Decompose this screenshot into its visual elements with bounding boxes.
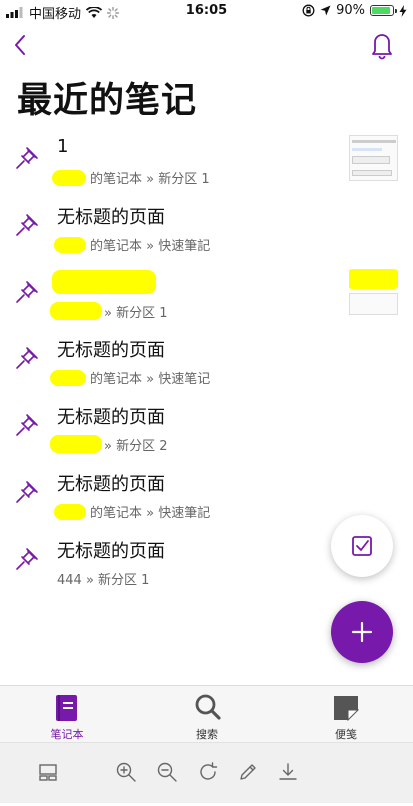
note-title: 无标题的页面 [57,407,165,429]
note-title: 无标题的页面 [57,540,165,562]
back-button[interactable] [8,28,38,62]
sticky-note-icon [334,696,359,721]
list-item[interactable]: 无标题的页面 » 新分区 2 [0,395,413,462]
pin-icon [16,213,38,236]
pin-icon [16,347,38,370]
redaction-mark [52,170,86,186]
note-title: 无标题的页面 [57,206,165,228]
redaction-mark [50,370,86,387]
list-item[interactable]: 1 的笔记本 » 新分区 1 [0,128,413,195]
tab-bar: 笔记本 搜索 便笺 [0,685,413,743]
plus-icon [351,621,373,643]
nav-bar [0,26,413,66]
new-page-button[interactable] [331,601,393,663]
edit-icon[interactable] [236,760,260,784]
notebook-name: 的笔记本 [90,372,143,388]
notebook-icon [56,695,77,721]
download-icon[interactable] [276,760,300,784]
section-name: 新分区 2 [116,439,168,455]
list-item[interactable]: » 新分区 1 [0,262,413,329]
section-name: 快速筆記 [158,505,211,521]
list-item[interactable]: 无标题的页面 的笔记本 » 快速筆記 [0,195,413,262]
checkbox-icon [352,536,372,556]
note-location: 的笔记本 » 快速筆記 [90,238,211,254]
redaction-mark [50,435,102,454]
section-name: 新分区 1 [98,572,150,588]
tab-notebooks[interactable]: 笔记本 [17,686,117,743]
orientation-lock-icon [302,4,315,17]
pin-icon [16,414,38,436]
status-right: 90% [302,3,407,18]
new-task-button[interactable] [331,515,393,577]
battery-level [372,7,390,14]
section-name: 新分区 1 [158,172,210,187]
zoom-out-icon[interactable] [155,760,179,784]
tab-sticky-notes[interactable]: 便笺 [296,686,396,743]
tab-search[interactable]: 搜索 [157,686,257,743]
pin-icon [16,280,38,303]
battery-icon [370,5,397,16]
search-icon [195,694,221,720]
redaction-mark [52,269,156,294]
note-thumbnail [349,135,398,181]
pin-icon [16,147,38,169]
location-icon [320,5,331,16]
chevron-left-icon [15,35,25,55]
note-title: 无标题的页面 [57,340,165,362]
bottom-toolbar [0,742,413,803]
bell-icon [372,34,392,60]
notebook-name: 的笔记本 [90,505,143,521]
redaction-mark [349,268,398,289]
note-location: 444 » 新分区 1 [57,572,150,588]
tab-label: 便笺 [335,728,357,741]
note-title: 1 [57,136,69,157]
refresh-icon[interactable] [196,760,220,784]
note-title: 无标题的页面 [57,473,165,495]
battery-percent: 90% [336,3,365,18]
note-location: 的笔记本 » 新分区 1 [90,172,210,187]
notebook-name: 444 [57,572,82,588]
note-location: » 新分区 2 [104,439,168,455]
tab-label: 笔记本 [50,728,84,741]
status-bar: 中国移动 16:05 90% [0,0,413,22]
redaction-mark [54,236,86,253]
redaction-mark [54,503,86,520]
page-title: 最近的笔记 [17,81,198,121]
charging-icon [399,4,407,17]
section-name: 快速筆記 [158,238,211,254]
section-name: 新分区 1 [116,305,168,321]
zoom-in-icon[interactable] [114,760,138,784]
layout-icon[interactable] [36,760,60,784]
pin-icon [16,481,38,503]
note-location: 的笔记本 » 快速筆記 [90,505,211,521]
notifications-button[interactable] [367,29,397,61]
section-name: 快速笔记 [158,372,211,388]
note-location: » 新分区 1 [104,305,168,321]
notebook-name: 的笔记本 [90,172,143,187]
notebook-name: 的笔记本 [90,238,143,254]
note-location: 的笔记本 » 快速笔记 [90,372,211,388]
tab-label: 搜索 [196,728,218,741]
redaction-mark [50,301,102,320]
pin-icon [16,547,38,570]
list-item[interactable]: 无标题的页面 的笔记本 » 快速笔记 [0,328,413,395]
note-thumbnail [349,268,398,315]
